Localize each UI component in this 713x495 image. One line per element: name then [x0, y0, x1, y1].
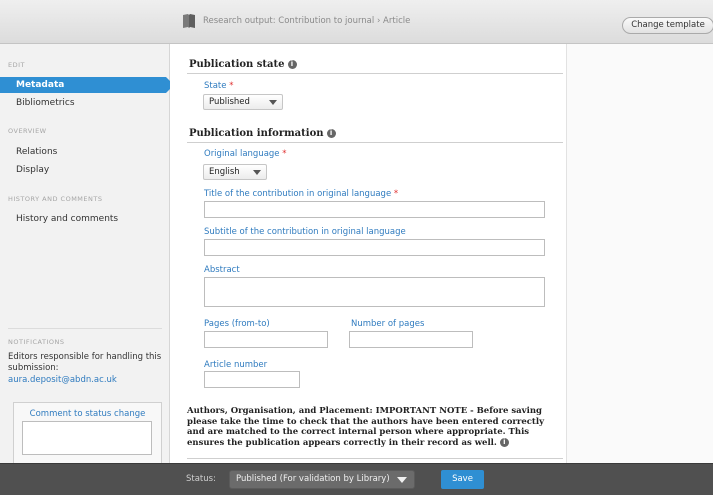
original-language-label: Original language * — [204, 149, 287, 159]
chevron-down-icon — [269, 100, 277, 105]
sidebar-item-relations[interactable]: Relations — [0, 144, 170, 160]
page-title-text: Research output: Contribution to journal… — [203, 16, 411, 26]
divider — [187, 73, 563, 74]
sidebar-heading-history: HISTORY AND COMMENTS — [8, 195, 103, 203]
state-label: State * — [204, 81, 233, 91]
abstract-textarea[interactable] — [204, 277, 545, 307]
book-icon — [183, 14, 195, 28]
page-title: Research output: Contribution to journal… — [182, 13, 410, 29]
chevron-down-icon — [253, 170, 261, 175]
sidebar-item-metadata[interactable]: Metadata — [0, 77, 174, 93]
authors-important-note: Authors, Organisation, and Placement: IM… — [187, 406, 557, 448]
status-select-value: Published (For validation by Library) — [236, 474, 390, 484]
notification-text: Editors responsible for handling this su… — [8, 352, 162, 373]
comment-label: Comment to status change — [29, 409, 146, 419]
pages-input[interactable] — [204, 331, 328, 348]
subtitle-label: Subtitle of the contribution in original… — [204, 227, 406, 237]
status-select[interactable]: Published (For validation by Library) — [229, 470, 415, 489]
info-icon[interactable]: i — [326, 129, 336, 138]
pages-label: Pages (from-to) — [204, 319, 270, 329]
info-icon[interactable]: i — [287, 60, 297, 69]
chevron-down-icon — [397, 477, 407, 483]
right-panel — [566, 44, 713, 463]
sidebar-heading-edit: EDIT — [8, 61, 25, 69]
publication-info-heading: Publication information i — [189, 128, 336, 139]
abstract-label: Abstract — [204, 265, 240, 275]
sidebar-item-history[interactable]: History and comments — [0, 211, 170, 227]
comment-textarea[interactable] — [22, 421, 152, 455]
title-input[interactable] — [204, 201, 545, 218]
sidebar-heading-overview: OVERVIEW — [8, 127, 47, 135]
number-of-pages-label: Number of pages — [351, 319, 425, 329]
sidebar-heading-notifications: NOTIFICATIONS — [8, 338, 65, 346]
original-language-value: English — [209, 167, 240, 177]
publication-state-title: Publication state — [189, 59, 285, 70]
divider — [8, 328, 162, 329]
title-label-text: Title of the contribution in original la… — [204, 189, 392, 199]
metadata-form: Publication state i State * Published Pu… — [170, 44, 566, 463]
top-header: Research output: Contribution to journal… — [0, 0, 713, 44]
info-icon[interactable]: i — [499, 437, 509, 447]
publication-state-heading: Publication state i — [189, 59, 297, 70]
divider — [187, 142, 563, 143]
sidebar-item-display[interactable]: Display — [0, 162, 170, 178]
state-select-value: Published — [209, 97, 250, 107]
notification-email-link[interactable]: aura.deposit@abdn.ac.uk — [8, 375, 117, 385]
original-language-label-text: Original language — [204, 149, 280, 159]
required-marker: * — [393, 189, 399, 199]
bottom-status-bar: Status: Published (For validation by Lib… — [0, 463, 713, 495]
original-language-select[interactable]: English — [203, 164, 267, 180]
authors-note-text: Authors, Organisation, and Placement: IM… — [187, 406, 545, 448]
state-select[interactable]: Published — [203, 94, 283, 110]
publication-info-title: Publication information — [189, 128, 324, 139]
change-template-button[interactable]: Change template — [622, 17, 713, 34]
sidebar-item-bibliometrics[interactable]: Bibliometrics — [0, 95, 170, 111]
sidebar: EDIT Metadata Bibliometrics OVERVIEW Rel… — [0, 44, 174, 495]
article-number-input[interactable] — [204, 371, 300, 388]
save-button[interactable]: Save — [441, 470, 484, 489]
required-marker: * — [229, 81, 234, 91]
required-marker: * — [282, 149, 287, 159]
divider — [187, 458, 563, 459]
subtitle-input[interactable] — [204, 239, 545, 256]
state-label-text: State — [204, 81, 227, 91]
status-label: Status: — [186, 474, 216, 484]
article-number-label: Article number — [204, 360, 268, 370]
number-of-pages-input[interactable] — [349, 331, 473, 348]
title-label: Title of the contribution in original la… — [204, 189, 398, 199]
